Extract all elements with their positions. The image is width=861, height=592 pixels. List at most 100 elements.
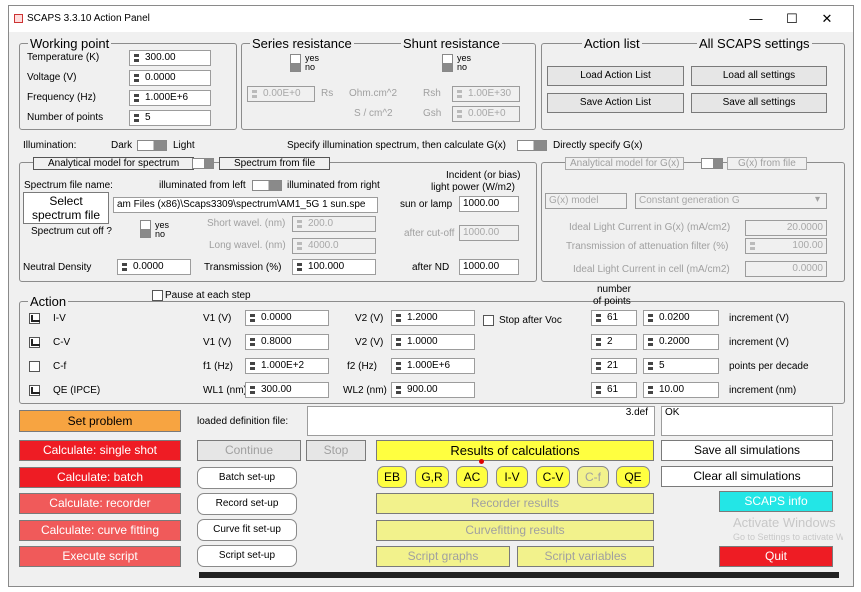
action-row-checkbox[interactable]: [29, 313, 40, 324]
maximize-icon[interactable]: ☐: [777, 10, 807, 28]
cf-button[interactable]: C-f: [577, 466, 609, 488]
gsh-input[interactable]: 0.00E+0: [452, 106, 520, 122]
ideal-light-current-input[interactable]: 20.0000: [745, 220, 827, 236]
spectrum-cutoff-toggle[interactable]: [140, 220, 151, 238]
gx-mode-toggle[interactable]: [517, 140, 547, 151]
spectrum-source-toggle[interactable]: [192, 158, 214, 169]
number-of-points-input[interactable]: 5: [129, 110, 211, 126]
neutral-density-label: Neutral Density: [23, 262, 92, 273]
action-row-end-input[interactable]: 1.000E+6: [391, 358, 475, 374]
calculate-batch-button[interactable]: Calculate: batch: [19, 467, 181, 488]
gx-model-select[interactable]: Constant generation G: [635, 193, 827, 209]
scaps-info-button[interactable]: SCAPS info: [719, 491, 833, 512]
iv-button[interactable]: I-V: [496, 466, 528, 488]
curve-fit-setup-button[interactable]: Curve fit set-up: [197, 519, 297, 541]
save-all-settings-button[interactable]: Save all settings: [691, 93, 827, 113]
after-nd-input[interactable]: 1000.00: [459, 259, 519, 275]
voltage-input[interactable]: 0.0000: [129, 70, 211, 86]
action-row-start-input[interactable]: 0.8000: [245, 334, 329, 350]
results-of-calculations-button[interactable]: Results of calculations: [376, 440, 654, 461]
curvefitting-results-button[interactable]: Curvefitting results: [376, 520, 654, 541]
calculate-single-shot-button[interactable]: Calculate: single shot: [19, 440, 181, 461]
long-wavelength-input[interactable]: 4000.0: [292, 238, 376, 254]
pause-each-step-checkbox[interactable]: [152, 290, 163, 301]
stop-after-voc-checkbox[interactable]: [483, 315, 494, 326]
record-setup-button[interactable]: Record set-up: [197, 493, 297, 515]
ac-button[interactable]: AC: [456, 466, 488, 488]
select-spectrum-file-button[interactable]: Select spectrum file: [23, 192, 109, 224]
qe-button[interactable]: QE: [616, 466, 650, 488]
tab-gx-from-file[interactable]: G(x) from file: [727, 157, 807, 170]
calculate-curve-fitting-button[interactable]: Calculate: curve fitting: [19, 520, 181, 541]
close-icon[interactable]: ✕: [812, 10, 842, 28]
action-row-start-input[interactable]: 0.0000: [245, 310, 329, 326]
temperature-input[interactable]: 300.00: [129, 50, 211, 66]
action-row-points-input[interactable]: 21: [591, 358, 637, 374]
action-list-legend: Action list: [584, 36, 640, 51]
tab-analytical-spectrum[interactable]: Analytical model for spectrum: [33, 157, 195, 170]
load-action-list-button[interactable]: Load Action List: [547, 66, 684, 86]
after-nd-label: after ND: [412, 262, 450, 273]
short-wavelength-input[interactable]: 200.0: [292, 216, 376, 232]
transmission-input[interactable]: 100.000: [292, 259, 376, 275]
number-of-points-header-2: of points: [593, 296, 631, 307]
action-row-end-label: WL2 (nm): [343, 385, 387, 396]
execute-script-button[interactable]: Execute script: [19, 546, 181, 567]
gr-button[interactable]: G,R: [415, 466, 449, 488]
load-all-settings-button[interactable]: Load all settings: [691, 66, 827, 86]
tab-analytical-gx[interactable]: Analytical model for G(x): [565, 157, 685, 170]
action-row-points-input[interactable]: 2: [591, 334, 637, 350]
incident-light-label: Incident (or bias): [446, 170, 521, 181]
save-all-simulations-button[interactable]: Save all simulations: [661, 440, 833, 461]
chevron-down-icon: ▾: [815, 194, 821, 205]
recorder-results-button[interactable]: Recorder results: [376, 493, 654, 514]
tab-spectrum-from-file[interactable]: Spectrum from file: [219, 157, 331, 170]
cv-button[interactable]: C-V: [536, 466, 570, 488]
after-cutoff-input[interactable]: 1000.00: [459, 225, 519, 241]
illuminated-right-label: illuminated from right: [287, 180, 380, 191]
action-row-start-input[interactable]: 300.00: [245, 382, 329, 398]
minimize-icon[interactable]: —: [741, 10, 771, 28]
action-row-step-input[interactable]: 0.2000: [643, 334, 719, 350]
frequency-input[interactable]: 1.000E+6: [129, 90, 211, 106]
neutral-density-input[interactable]: 0.0000: [117, 259, 191, 275]
gx-source-toggle[interactable]: [701, 158, 723, 169]
sun-or-lamp-input[interactable]: 1000.00: [459, 196, 519, 212]
action-row-points-input[interactable]: 61: [591, 382, 637, 398]
ideal-light-current-cell-label: Ideal Light Current in cell (mA/cm2): [573, 264, 730, 275]
spectrum-file-path-field[interactable]: am Files (x86)\Scaps3309\spectrum\AM1_5G…: [113, 197, 378, 213]
series-yes-no-toggle[interactable]: [290, 54, 301, 72]
script-setup-button[interactable]: Script set-up: [197, 545, 297, 567]
action-row-step-input[interactable]: 5: [643, 358, 719, 374]
rsh-input[interactable]: 1.00E+30: [452, 86, 520, 102]
attenuation-filter-input[interactable]: 100.00: [745, 238, 827, 254]
script-graphs-button[interactable]: Script graphs: [376, 546, 510, 567]
script-variables-button[interactable]: Script variables: [517, 546, 654, 567]
calculate-recorder-button[interactable]: Calculate: recorder: [19, 493, 181, 514]
set-problem-button[interactable]: Set problem: [19, 410, 181, 432]
action-row-start-input[interactable]: 1.000E+2: [245, 358, 329, 374]
action-row-end-input[interactable]: 900.00: [391, 382, 475, 398]
ideal-light-current-cell-input[interactable]: 0.0000: [745, 261, 827, 277]
batch-setup-button[interactable]: Batch set-up: [197, 467, 297, 489]
action-row-step-input[interactable]: 0.0200: [643, 310, 719, 326]
illumination-side-toggle[interactable]: [252, 180, 282, 191]
rs-input[interactable]: 0.00E+0: [247, 86, 315, 102]
action-row-points-input[interactable]: 61: [591, 310, 637, 326]
action-row-end-input[interactable]: 1.0000: [391, 334, 475, 350]
continue-button[interactable]: Continue: [197, 440, 301, 461]
title-bar: SCAPS 3.3.10 Action Panel — ☐ ✕: [9, 6, 853, 32]
action-row-checkbox[interactable]: [29, 361, 40, 372]
eb-button[interactable]: EB: [377, 466, 407, 488]
quit-button[interactable]: Quit: [719, 546, 833, 567]
action-row-checkbox[interactable]: [29, 385, 40, 396]
illumination-toggle[interactable]: [137, 140, 167, 151]
shunt-yes-no-toggle[interactable]: [442, 54, 453, 72]
stop-button[interactable]: Stop: [306, 440, 366, 461]
spectrum-cutoff-label: Spectrum cut off ?: [31, 226, 112, 237]
action-row-step-input[interactable]: 10.00: [643, 382, 719, 398]
clear-all-simulations-button[interactable]: Clear all simulations: [661, 466, 833, 487]
save-action-list-button[interactable]: Save Action List: [547, 93, 684, 113]
action-row-end-input[interactable]: 1.2000: [391, 310, 475, 326]
action-row-checkbox[interactable]: [29, 337, 40, 348]
